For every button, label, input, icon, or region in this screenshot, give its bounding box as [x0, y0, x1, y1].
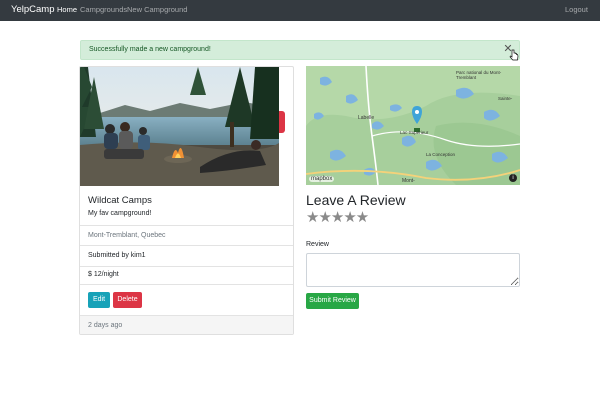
- author-item: Submitted by kim1: [80, 246, 293, 267]
- alert-message: Successfully made a new campground!: [89, 46, 211, 53]
- map-label-park: Parc national du Mont-Tremblant: [456, 70, 502, 80]
- campground-description: My fav campground!: [88, 210, 152, 217]
- card-body: Wildcat Camps My fav campground!: [80, 186, 293, 226]
- pointer-cursor-icon: [509, 49, 519, 61]
- campground-map[interactable]: Labelle Lac-Supérieur La Conception Parc…: [306, 66, 520, 185]
- campground-title: Wildcat Camps: [88, 195, 152, 206]
- card-footer: 2 days ago: [80, 315, 293, 334]
- logout-link[interactable]: Logout: [565, 5, 588, 14]
- mapbox-logo[interactable]: mapbox: [309, 176, 335, 182]
- info-icon[interactable]: i: [509, 174, 517, 182]
- map-label-mont: Mont-: [402, 178, 415, 184]
- posted-date: 2 days ago: [88, 322, 123, 329]
- brand-link[interactable]: YelpCamp: [11, 4, 54, 15]
- review-textarea[interactable]: [306, 253, 520, 287]
- delete-button[interactable]: Delete: [113, 292, 142, 308]
- edit-button[interactable]: Edit: [88, 292, 110, 308]
- star-rating-icon[interactable]: ★★★★★: [306, 208, 369, 226]
- map-label-sainte: Sainte-: [498, 96, 513, 101]
- location-item: Mont-Tremblant, Quebec: [80, 226, 293, 246]
- review-heading: Leave A Review: [306, 192, 406, 208]
- success-alert: Successfully made a new campground! ✕: [80, 40, 520, 60]
- campground-photo: [80, 67, 279, 186]
- map-label-labelle: Labelle: [358, 115, 375, 121]
- nav-new-campground-link[interactable]: New Campground: [127, 5, 187, 14]
- submit-review-button[interactable]: Submit Review: [306, 293, 359, 309]
- campground-location: Mont-Tremblant, Quebec: [88, 232, 166, 239]
- review-label: Review: [306, 241, 329, 248]
- navbar: YelpCamp Home Campgrounds New Campground…: [0, 0, 600, 21]
- carousel-next-icon[interactable]: [279, 111, 285, 133]
- map-label-conception: La Conception: [426, 152, 456, 157]
- map-label-lac-superieur: Lac-Supérieur: [400, 130, 429, 135]
- price-item: $ 12/night: [80, 267, 293, 285]
- nav-campgrounds-link[interactable]: Campgrounds: [80, 5, 127, 14]
- nav-home-link[interactable]: Home: [57, 5, 77, 14]
- campground-card: Wildcat Camps My fav campground! Mont-Tr…: [79, 66, 294, 335]
- campground-author: Submitted by kim1: [88, 252, 146, 259]
- campground-price: $ 12/night: [88, 271, 119, 278]
